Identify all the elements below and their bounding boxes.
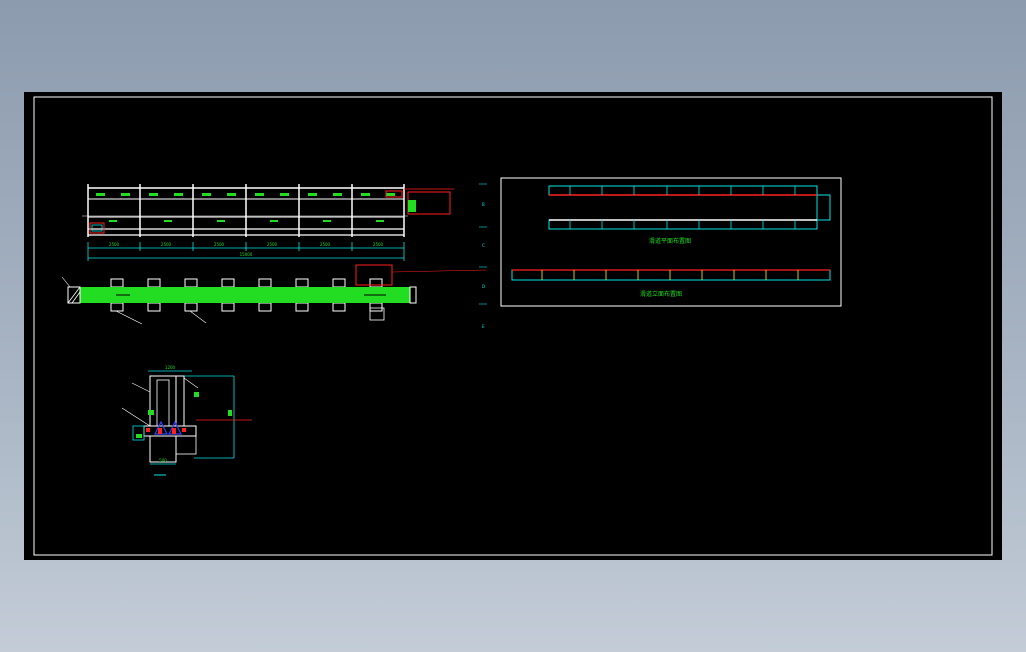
bay-dim-6: 2500 xyxy=(373,242,384,247)
bay-dim-1: 2500 xyxy=(109,242,120,247)
overall-dim: 15000 xyxy=(240,252,253,257)
caption-elevation: 滑道立面布置图 xyxy=(640,290,682,298)
cad-drawing: 2500 2500 2500 2500 2500 2500 15000 B C … xyxy=(33,96,993,556)
railing-elevation: 2500 2500 2500 2500 2500 2500 15000 xyxy=(82,184,454,261)
slipway-layout-panel: 滑道平面布置图 滑道立面布置图 xyxy=(500,177,842,307)
drawing-frame xyxy=(33,96,993,556)
bay-dim-2: 2500 xyxy=(161,242,172,247)
axis-label-b: B xyxy=(482,202,485,207)
caption-plan: 滑道平面布置图 xyxy=(649,237,691,245)
section-top-dim: 1200 xyxy=(165,365,176,370)
bay-dim-4: 2500 xyxy=(267,242,278,247)
bay-dim-5: 2500 xyxy=(320,242,331,247)
slipway-beam-plan xyxy=(61,264,487,325)
bay-dim-3: 2500 xyxy=(214,242,225,247)
axis-label-c: C xyxy=(482,243,485,248)
drawing-sheet: 2500 2500 2500 2500 2500 2500 15000 B C … xyxy=(24,92,1002,560)
axis-marks: B C D E xyxy=(479,183,487,329)
axis-label-e: E xyxy=(482,324,485,329)
section-bottom-dim: 500 xyxy=(159,458,167,463)
axis-label-d: D xyxy=(482,284,485,289)
cross-section-detail: 1200 500 xyxy=(121,365,252,476)
